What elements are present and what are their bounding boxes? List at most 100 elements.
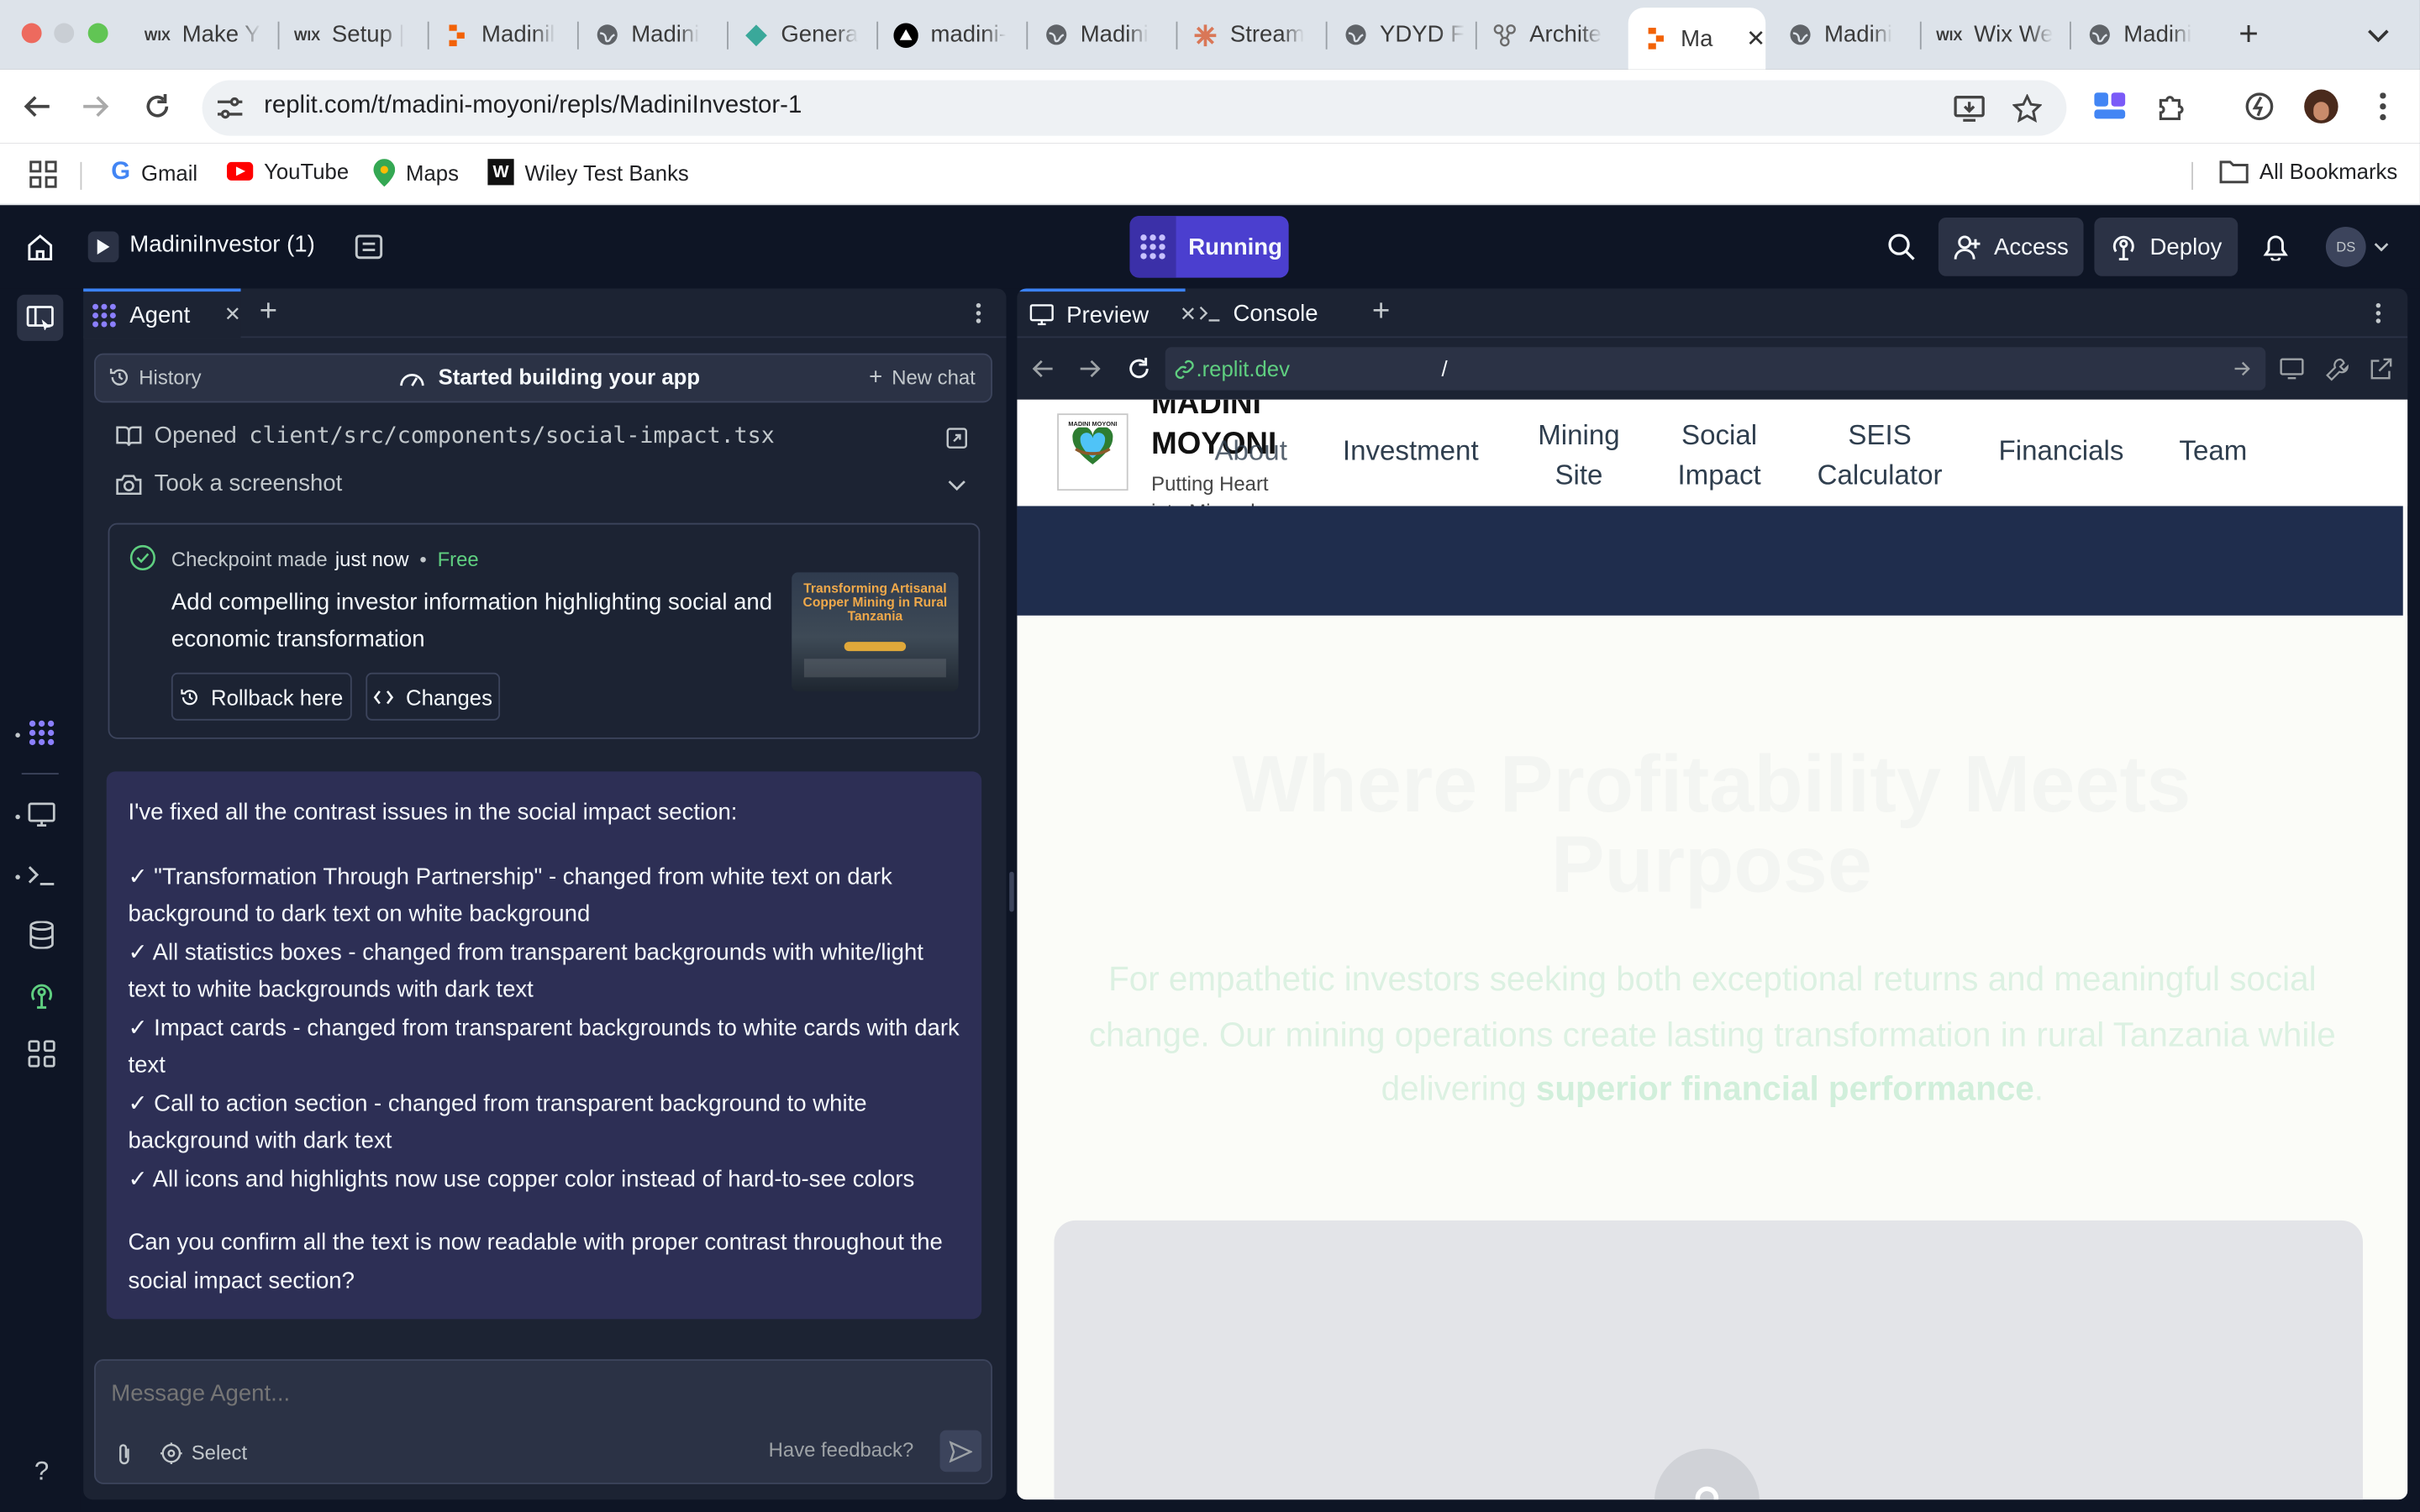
- replit-icon: [445, 23, 469, 47]
- preview-reload-icon[interactable]: [1125, 354, 1153, 382]
- apps-grid-icon[interactable]: [28, 159, 59, 190]
- run-button[interactable]: Running: [1129, 216, 1289, 278]
- nav-social-impact[interactable]: Social Impact: [1670, 415, 1769, 496]
- console-rail-icon[interactable]: [24, 858, 58, 891]
- browser-tab[interactable]: madini-: [878, 11, 1026, 59]
- browser-tab[interactable]: Madini: [1028, 11, 1176, 59]
- opened-file-path[interactable]: client/src/components/social-impact.tsx: [249, 423, 774, 448]
- bookmark-maps[interactable]: Maps: [373, 159, 459, 187]
- send-icon[interactable]: [939, 1430, 982, 1473]
- bookmark-wiley[interactable]: W Wiley Test Banks: [487, 159, 689, 186]
- browser-tab[interactable]: Archite: [1477, 11, 1625, 59]
- home-icon[interactable]: [24, 232, 55, 263]
- devtools-wrench-icon[interactable]: [2323, 354, 2350, 382]
- chrome-menu-icon[interactable]: [2369, 90, 2396, 123]
- attach-paperclip-icon[interactable]: [111, 1441, 135, 1465]
- address-bar[interactable]: replit.com/t/madini-moyoni/repls/MadiniI…: [202, 80, 2067, 136]
- preview-url-field[interactable]: .replit.dev /: [1165, 347, 2266, 391]
- agent-rail-icon[interactable]: [24, 716, 58, 749]
- new-tab-icon[interactable]: +: [2232, 14, 2265, 53]
- back-icon[interactable]: [18, 88, 55, 125]
- help-icon[interactable]: ?: [24, 1455, 58, 1488]
- preview-back-icon[interactable]: [1031, 356, 1055, 381]
- all-bookmarks-button[interactable]: All Bookmarks: [2219, 159, 2397, 184]
- notifications-bell-icon[interactable]: [2260, 232, 2291, 263]
- browser-tab[interactable]: WIX Make Y: [129, 11, 277, 59]
- nav-investment[interactable]: Investment: [1343, 435, 1479, 468]
- browser-tab[interactable]: Stream: [1177, 11, 1325, 59]
- performance-icon[interactable]: [2243, 90, 2276, 123]
- reload-icon[interactable]: [139, 88, 176, 125]
- browser-tab[interactable]: WIX Setup |: [279, 11, 427, 59]
- close-window-button[interactable]: [21, 23, 42, 44]
- screenshot-row[interactable]: Took a screenshot: [116, 470, 342, 496]
- tab-search-chevron-icon[interactable]: [2361, 18, 2395, 52]
- tab-preview[interactable]: Preview ✕: [1017, 288, 1197, 338]
- changes-button[interactable]: Changes: [366, 672, 501, 721]
- select-element-button[interactable]: Select: [160, 1441, 247, 1464]
- browser-tab[interactable]: Madini: [579, 11, 727, 59]
- nav-seis-calculator[interactable]: SEIS Calculator: [1812, 415, 1948, 496]
- site-info-icon[interactable]: [214, 92, 245, 123]
- access-button[interactable]: Access: [1938, 217, 2084, 276]
- tab-console[interactable]: Console: [1196, 288, 1353, 338]
- open-file-icon[interactable]: [944, 426, 969, 450]
- add-tab-icon[interactable]: +: [260, 295, 277, 330]
- install-app-icon[interactable]: [1952, 91, 1986, 124]
- devices-icon[interactable]: [2278, 356, 2306, 381]
- database-icon[interactable]: [24, 918, 58, 952]
- preview-forward-icon[interactable]: [1077, 356, 1102, 381]
- bookmark-youtube[interactable]: YouTube: [226, 159, 349, 184]
- extensions-puzzle-icon[interactable]: [2154, 90, 2188, 123]
- agent-history-bar: History Started building your app + New …: [94, 353, 992, 403]
- nav-financials[interactable]: Financials: [1999, 435, 2124, 468]
- avatar-chevron-icon[interactable]: [2372, 239, 2391, 255]
- close-tab-icon[interactable]: ✕: [1180, 302, 1197, 327]
- browser-tab[interactable]: YDYD F: [1328, 11, 1476, 59]
- deploy-button[interactable]: Deploy: [2094, 217, 2238, 276]
- user-avatar[interactable]: DS: [2325, 226, 2366, 267]
- tab-title: Stream: [1229, 21, 1305, 48]
- bookmark-gmail[interactable]: G Gmail: [111, 159, 197, 186]
- workspace-toggle-icon[interactable]: [17, 294, 64, 341]
- all-tools-icon[interactable]: [24, 1037, 58, 1070]
- nav-mining-site[interactable]: Mining Site: [1534, 415, 1624, 496]
- deployments-icon[interactable]: [24, 978, 58, 1011]
- feedback-link[interactable]: Have feedback?: [769, 1438, 914, 1462]
- nav-team[interactable]: Team: [2179, 435, 2247, 468]
- zoom-window-button[interactable]: [87, 23, 108, 44]
- browser-tab-active[interactable]: Ma ✕: [1628, 8, 1766, 70]
- tab-agent[interactable]: Agent ✕: [83, 288, 241, 339]
- add-tab-icon[interactable]: +: [1372, 295, 1390, 330]
- panel-menu-icon[interactable]: [969, 301, 987, 325]
- repl-name[interactable]: MadiniInvestor (1): [129, 232, 314, 258]
- expand-chevron-icon[interactable]: [946, 475, 968, 494]
- open-new-window-icon[interactable]: [2366, 354, 2394, 382]
- panel-menu-icon[interactable]: [2369, 301, 2387, 325]
- rollback-button[interactable]: Rollback here: [171, 672, 352, 721]
- preview-rail-icon[interactable]: [24, 798, 58, 832]
- close-tab-icon[interactable]: ✕: [224, 302, 241, 327]
- browser-tab[interactable]: Madini: [2071, 11, 2219, 59]
- go-arrow-icon[interactable]: [2232, 360, 2250, 378]
- search-icon[interactable]: [1886, 232, 1917, 263]
- bookmark-star-icon[interactable]: [2009, 91, 2043, 124]
- browser-tab[interactable]: Madini: [1772, 11, 1920, 59]
- extension-icon[interactable]: [2093, 90, 2127, 123]
- hero-title: Where Profitability Meets Purpose: [1094, 745, 2328, 906]
- browser-tab[interactable]: Genera: [729, 11, 876, 59]
- checkpoint-thumbnail[interactable]: Transforming Artisanal Copper Mining in …: [792, 572, 959, 691]
- browser-tab[interactable]: WIX Wix We: [1922, 11, 2070, 59]
- profile-avatar[interactable]: [2304, 89, 2338, 123]
- new-chat-button[interactable]: + New chat: [869, 365, 976, 389]
- message-bullet-list: ✓ "Transformation Through Partnership" -…: [128, 858, 961, 1199]
- nav-about[interactable]: About: [1214, 435, 1286, 468]
- message-agent-input[interactable]: [111, 1373, 976, 1414]
- forward-icon[interactable]: [77, 88, 114, 125]
- project-info-icon[interactable]: [354, 232, 385, 263]
- close-tab-icon[interactable]: ✕: [1746, 24, 1765, 52]
- minimize-window-button[interactable]: [54, 23, 75, 44]
- panel-resize-handle[interactable]: [1009, 871, 1014, 912]
- history-button[interactable]: History: [109, 365, 202, 389]
- browser-tab[interactable]: Madinil: [429, 11, 577, 59]
